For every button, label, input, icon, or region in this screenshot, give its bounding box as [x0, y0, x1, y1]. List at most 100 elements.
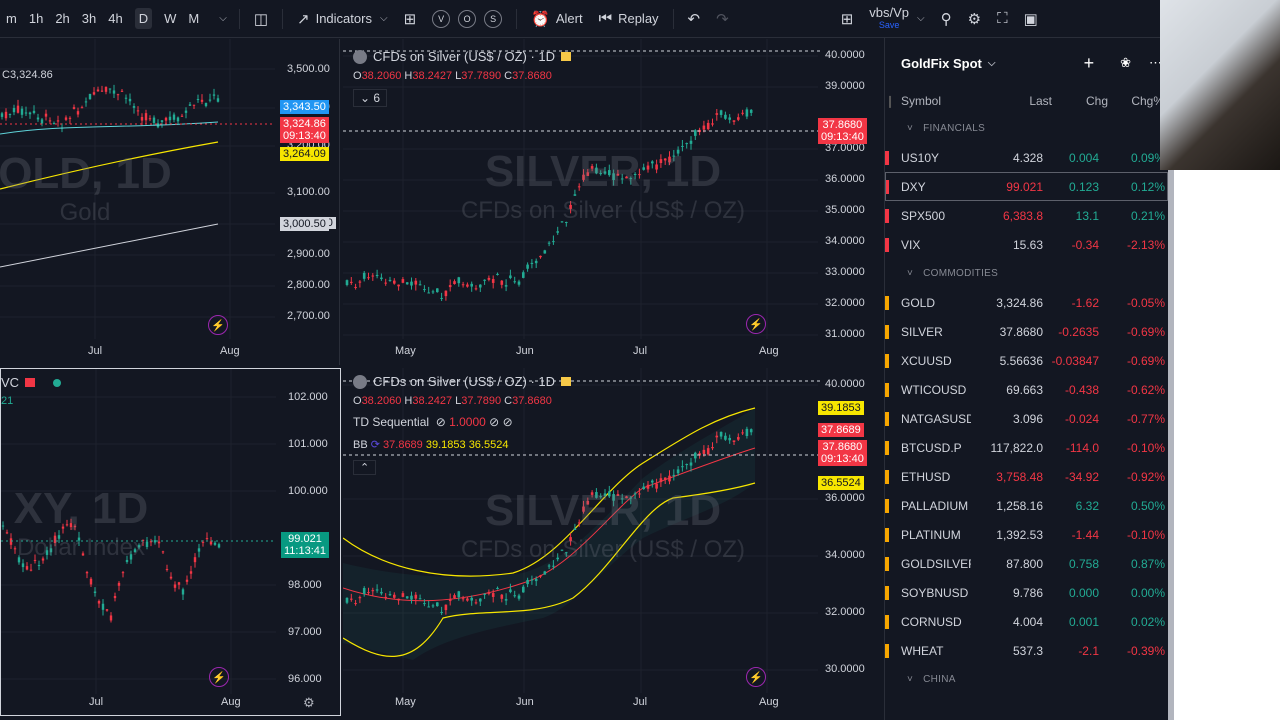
lightning-icon[interactable]: ⚡ [209, 667, 229, 687]
watchlist-row[interactable]: GOLDSILVER 87.800 0.758 0.87% [885, 549, 1168, 578]
lightning-icon[interactable]: ⚡ [746, 314, 766, 334]
flag-marker-icon[interactable] [885, 469, 889, 484]
redo-button[interactable]: ↷ [708, 0, 737, 38]
price-tick-label: 31.0000 [825, 328, 865, 340]
watchlist-section-header[interactable]: ˅ FINANCIALS [885, 114, 1168, 143]
o-circle-button[interactable]: O [458, 9, 477, 28]
flag-marker-icon[interactable] [885, 411, 889, 426]
watchlist-row[interactable]: WHEAT 537.3 -2.1 -0.39% [885, 636, 1168, 665]
indicators-button[interactable]: ↗ Indicators ⌵ [289, 0, 396, 38]
hide-icon[interactable]: ⊘ [503, 415, 513, 429]
flag-marker-icon[interactable] [885, 614, 889, 629]
watchlist-row[interactable]: ETHUSD 3,758.48 -34.92 -0.92% [885, 462, 1168, 491]
candle-body [177, 582, 181, 585]
undo-button[interactable]: ↶ [680, 0, 709, 38]
watchlist-row[interactable]: BTCUSD.P 117,822.0 -114.0 -0.10% [885, 433, 1168, 462]
watchlist-row[interactable]: US10Y 4.328 0.004 0.09% [885, 143, 1168, 172]
watchlist-row[interactable]: PLATINUM 1,392.53 -1.44 -0.10% [885, 520, 1168, 549]
v-circle-button[interactable]: V [432, 9, 451, 28]
lightning-icon[interactable]: ⚡ [208, 315, 228, 335]
col-chgp[interactable]: Chg% [1108, 94, 1164, 108]
flag-marker-icon[interactable] [885, 643, 889, 658]
col-last[interactable]: Last [985, 94, 1052, 108]
cell-sym: PALLADIUM [901, 498, 969, 513]
interval-4h[interactable]: 4h [102, 0, 128, 38]
flag-marker-icon[interactable] [885, 237, 889, 252]
dxy-title[interactable]: VC [1, 375, 62, 390]
snapshot-button[interactable]: ▣ [1016, 0, 1046, 38]
td-sequential-legend[interactable]: TD Sequential ⊘ 1.0000 ⊘ ⊘ [353, 415, 513, 429]
flag-marker-icon[interactable] [885, 585, 889, 600]
interval-D[interactable]: D [129, 0, 158, 38]
chart-type-button[interactable]: ◫ [246, 0, 276, 38]
watchlist-section-header[interactable]: ˅ CHINA [885, 665, 1168, 694]
layout-grid-button[interactable]: ⊞ [833, 0, 862, 38]
watchlist-row[interactable]: XCUUSD 5.56636 -0.03847 -0.69% [885, 346, 1168, 375]
bb-legend[interactable]: BB ⟳ 37.8689 39.1853 36.5524 [353, 438, 508, 451]
dxy-chart-pane[interactable]: VC 21 XY, 1D Dollar Index 102.000 101.000 1… [0, 368, 341, 716]
watchlist-row[interactable]: SPX500 6,383.8 13.1 0.21% [885, 201, 1168, 230]
flag-marker-icon[interactable] [885, 382, 889, 397]
gold-chart-pane[interactable]: C3,324.86 OLD, 1DGold 3,500.003,300.003,… [0, 39, 340, 365]
add-symbol-icon[interactable]: + [1084, 53, 1095, 74]
watchlist-row[interactable]: GOLD 3,324.86 -1.62 -0.05% [885, 288, 1168, 317]
alert-button[interactable]: ⏰ Alert [523, 0, 590, 38]
interval-M[interactable]: M [182, 0, 205, 38]
flag-marker-icon[interactable] [885, 324, 889, 339]
watchlist-scrollbar[interactable] [1168, 170, 1174, 720]
flag-icon[interactable] [25, 378, 36, 387]
layout-name-button[interactable]: vbs/Vp Save ⌵ [861, 0, 932, 38]
interval-dropdown[interactable]: ⌵ [205, 0, 233, 38]
watchlist-row[interactable]: PALLADIUM 1,258.16 6.32 0.50% [885, 491, 1168, 520]
watchlist-section-header[interactable]: ˅ COMMODITIES [885, 259, 1168, 288]
cell-sym: WHEAT [901, 643, 944, 658]
candle-body [741, 432, 744, 434]
settings-button[interactable]: ⚙ [960, 0, 989, 38]
advanced-view-icon[interactable]: ❀ [1120, 55, 1131, 71]
interval-1h[interactable]: 1h [23, 0, 49, 38]
lightning-icon[interactable]: ⚡ [746, 667, 766, 687]
flag-marker-icon[interactable] [885, 179, 889, 194]
quick-search-button[interactable]: ⚲ [933, 0, 960, 38]
flag-marker-icon[interactable] [885, 440, 889, 455]
watchlist-row[interactable]: CORNUSD 4.004 0.001 0.02% [885, 607, 1168, 636]
flag-icon[interactable] [561, 52, 572, 61]
templates-button[interactable]: ⊞ [396, 0, 425, 38]
hide-icon[interactable]: ⊘ [489, 415, 499, 429]
candle-body [397, 598, 400, 601]
watchlist-row[interactable]: DXY 99.021 0.123 0.12% [885, 172, 1168, 201]
s-circle-button[interactable]: S [484, 9, 503, 28]
collapse-legend-button[interactable]: ⌃ [353, 460, 377, 475]
watchlist-row[interactable]: NATGASUSD 3.096 -0.024 -0.77% [885, 404, 1168, 433]
flag-marker-icon[interactable] [885, 295, 889, 310]
interval-3h[interactable]: 3h [76, 0, 102, 38]
interval-m[interactable]: m [0, 0, 23, 38]
flag-marker-icon[interactable] [885, 353, 889, 368]
watchlist-title[interactable]: GoldFix Spot [901, 56, 982, 71]
watchlist-row[interactable]: SILVER 37.8680 -0.2635 -0.69% [885, 317, 1168, 346]
dxy-watermark-title: XY, 1D [13, 484, 149, 533]
flag-marker-icon[interactable] [885, 556, 889, 571]
silver-bottom-chart-pane[interactable]: CFDs on Silver (US$ / OZ) · 1D O38.2060 … [343, 368, 883, 716]
hide-icon[interactable]: ⊘ [436, 415, 446, 429]
flag-marker-icon[interactable] [885, 527, 889, 542]
col-chg[interactable]: Chg [1052, 94, 1108, 108]
flag-marker-icon[interactable] [885, 498, 889, 513]
replay-button[interactable]: ⏮ Replay [591, 0, 667, 38]
flag-marker-icon[interactable] [885, 150, 889, 165]
silver-top-title[interactable]: CFDs on Silver (US$ / OZ) · 1D [353, 49, 577, 64]
watchlist-row[interactable]: WTICOUSD 69.663 -0.438 -0.62% [885, 375, 1168, 404]
silver-bottom-title[interactable]: CFDs on Silver (US$ / OZ) · 1D [353, 374, 577, 389]
silver-top-chart-pane[interactable]: CFDs on Silver (US$ / OZ) · 1D O38.2060 … [343, 39, 883, 363]
col-symbol[interactable]: Symbol [901, 94, 985, 108]
chevron-down-icon[interactable]: ⌵ [988, 58, 996, 69]
watchlist-row[interactable]: SOYBNUSD 9.786 0.000 0.00% [885, 578, 1168, 607]
interval-2h[interactable]: 2h [49, 0, 75, 38]
fullscreen-button[interactable]: ⛶ [989, 0, 1016, 38]
flag-icon[interactable] [561, 377, 572, 386]
flag-marker-icon[interactable] [885, 208, 889, 223]
watchlist-row[interactable]: VIX 15.63 -0.34 -2.13% [885, 230, 1168, 259]
interval-W[interactable]: W [158, 0, 182, 38]
gear-icon[interactable]: ⚙ [303, 695, 315, 711]
indicator-collapse-button[interactable]: ⌄ 6 [353, 89, 388, 107]
